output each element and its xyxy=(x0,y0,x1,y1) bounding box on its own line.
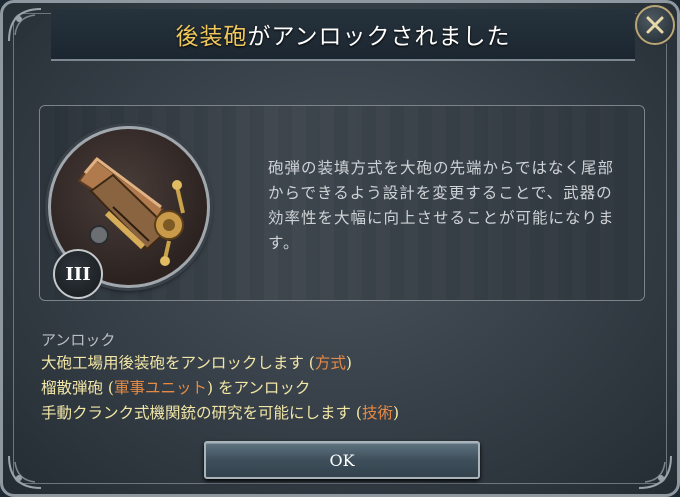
title-suffix: がアンロックされました xyxy=(247,24,511,50)
close-button[interactable] xyxy=(635,5,675,45)
unlock-heading: アンロック xyxy=(41,331,116,349)
ok-button[interactable]: OK xyxy=(204,441,480,479)
unlock-text: 手動クランク式機関銃の研究を可能にします ( xyxy=(41,404,362,422)
corner-ornament-icon xyxy=(638,455,672,489)
dialog-title: 後装砲がアンロックされました xyxy=(175,17,510,51)
method-link[interactable]: 方式 xyxy=(315,354,346,372)
unlock-text: 榴散弾砲 ( xyxy=(41,379,114,397)
list-item: 手動クランク式機関銃の研究を可能にします (技術) xyxy=(41,401,601,426)
unlocked-item-name: 後装砲 xyxy=(175,24,248,50)
tier-badge: III xyxy=(53,249,103,299)
unlock-text-suffix: ) xyxy=(345,354,352,372)
unlock-text-suffix: ) をアンロック xyxy=(207,379,311,397)
unlock-text: 大砲工場用後装砲をアンロックします ( xyxy=(41,354,315,372)
military-unit-link[interactable]: 軍事ユニット xyxy=(114,379,207,397)
unlock-list: アンロック 大砲工場用後装砲をアンロックします (方式) 榴散弾砲 (軍事ユニッ… xyxy=(41,329,601,426)
item-description: 砲弾の装填方式を大砲の先端からではなく尾部からできるよう設計を変更することで、武… xyxy=(268,159,615,252)
corner-ornament-icon xyxy=(8,8,42,42)
close-x-icon xyxy=(646,16,664,34)
item-info-panel: III 砲弾の装填方式を大砲の先端からではなく尾部からできるよう設計を変更するこ… xyxy=(39,105,645,301)
unlock-text-suffix: ) xyxy=(393,404,400,422)
dialog-title-bar: 後装砲がアンロックされました xyxy=(51,9,635,61)
list-item: 大砲工場用後装砲をアンロックします (方式) xyxy=(41,351,601,376)
list-item: 榴散弾砲 (軍事ユニット) をアンロック xyxy=(41,376,601,401)
technology-link[interactable]: 技術 xyxy=(362,404,393,422)
unlock-dialog: 後装砲がアンロックされました III 砲弾の装填方式を大砲の先端からではなく尾部… xyxy=(0,0,680,497)
corner-ornament-icon xyxy=(8,455,42,489)
